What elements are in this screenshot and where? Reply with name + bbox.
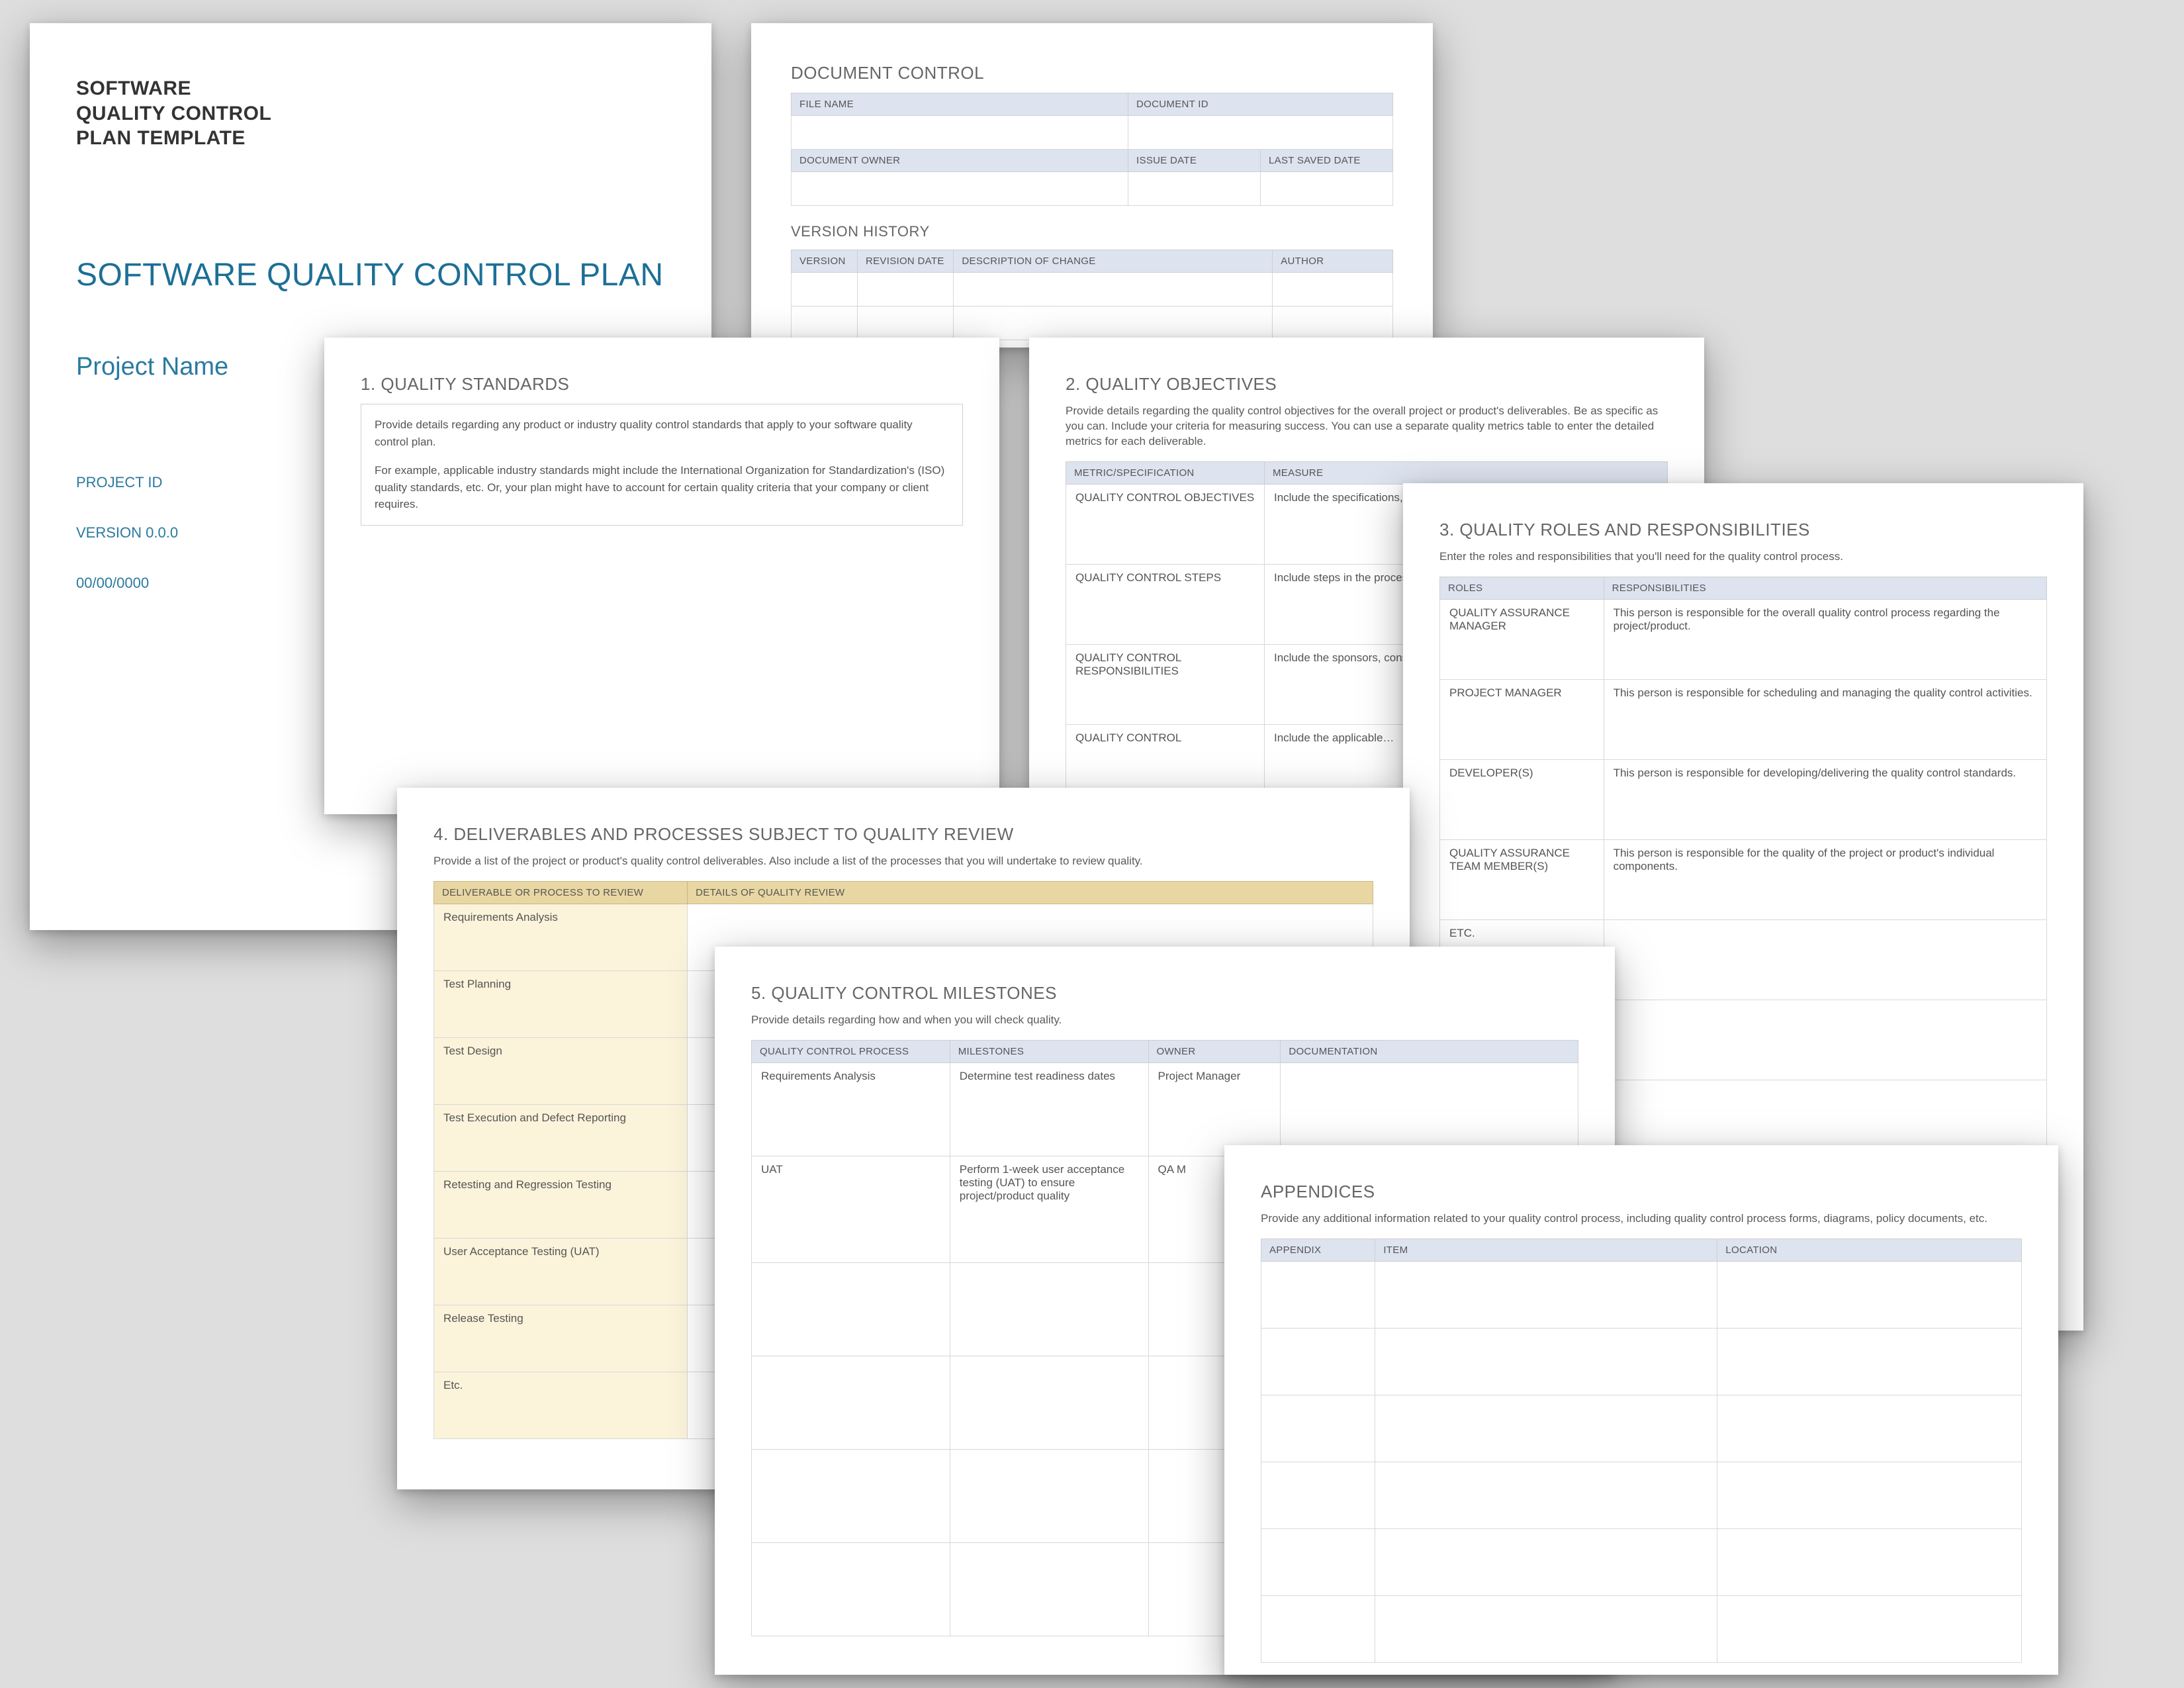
th-item: ITEM: [1375, 1239, 1717, 1261]
section-desc: Provide any additional information relat…: [1261, 1211, 2022, 1227]
th-file-name: FILE NAME: [792, 93, 1128, 116]
th-author: AUTHOR: [1273, 250, 1393, 273]
section-desc: Provide details regarding how and when y…: [751, 1013, 1578, 1028]
version-history-table: VERSION REVISION DATE DESCRIPTION OF CHA…: [791, 250, 1393, 340]
para: For example, applicable industry standar…: [375, 462, 949, 513]
brand-line: QUALITY CONTROL: [76, 101, 665, 126]
th-appendix: APPENDIX: [1261, 1239, 1375, 1261]
appendices-table: APPENDIX ITEM LOCATION: [1261, 1239, 2022, 1663]
table-row: [1261, 1261, 2022, 1328]
th-last-saved: LAST SAVED DATE: [1261, 150, 1393, 172]
table-row: PROJECT MANAGERThis person is responsibl…: [1440, 679, 2047, 759]
th-location: LOCATION: [1717, 1239, 2022, 1261]
section-heading: 1. QUALITY STANDARDS: [361, 374, 963, 395]
table-row: [1261, 1462, 2022, 1528]
th-roles: ROLES: [1440, 577, 1604, 599]
th-measure: MEASURE: [1264, 461, 1667, 484]
th-rev-date: REVISION DATE: [857, 250, 953, 273]
doc-control-table: FILE NAME DOCUMENT ID DOCUMENT OWNER ISS…: [791, 93, 1393, 206]
th-version: VERSION: [792, 250, 858, 273]
section-heading: APPENDICES: [1261, 1182, 2022, 1202]
th-responsibilities: RESPONSIBILITIES: [1604, 577, 2046, 599]
quality-standards-page: 1. QUALITY STANDARDS Provide details reg…: [324, 338, 999, 814]
th-change-desc: DESCRIPTION OF CHANGE: [954, 250, 1273, 273]
table-row: [1261, 1595, 2022, 1662]
th-doc-owner: DOCUMENT OWNER: [792, 150, 1128, 172]
section-desc: Provide a list of the project or product…: [433, 854, 1373, 869]
doc-title: SOFTWARE QUALITY CONTROL PLAN: [76, 257, 665, 293]
table-row: [1261, 1528, 2022, 1595]
th-milestones: MILESTONES: [950, 1040, 1148, 1062]
brand-line: PLAN TEMPLATE: [76, 126, 665, 151]
section-desc: Enter the roles and responsibilities tha…: [1439, 549, 2047, 565]
th-doc-id: DOCUMENT ID: [1128, 93, 1393, 116]
table-row: [1261, 1328, 2022, 1395]
th-metric: METRIC/SPECIFICATION: [1066, 461, 1265, 484]
section-heading: 2. QUALITY OBJECTIVES: [1066, 374, 1668, 395]
th-deliverable: DELIVERABLE OR PROCESS TO REVIEW: [434, 881, 688, 904]
table-row: QUALITY ASSURANCE MANAGERThis person is …: [1440, 599, 2047, 679]
section-heading: 4. DELIVERABLES AND PROCESSES SUBJECT TO…: [433, 824, 1373, 845]
document-control-page: DOCUMENT CONTROL FILE NAME DOCUMENT ID D…: [751, 23, 1433, 348]
section-heading: 5. QUALITY CONTROL MILESTONES: [751, 983, 1578, 1004]
section-heading: DOCUMENT CONTROL: [791, 63, 1393, 83]
section-desc: Provide details regarding the quality co…: [1066, 404, 1668, 449]
th-documentation: DOCUMENTATION: [1281, 1040, 1578, 1062]
th-details: DETAILS OF QUALITY REVIEW: [688, 881, 1373, 904]
th-issue-date: ISSUE DATE: [1128, 150, 1261, 172]
table-row: Requirements Analysis Determine test rea…: [752, 1062, 1578, 1156]
th-process: QUALITY CONTROL PROCESS: [752, 1040, 950, 1062]
version-history-heading: VERSION HISTORY: [791, 223, 1393, 240]
appendices-page: APPENDICES Provide any additional inform…: [1224, 1145, 2058, 1675]
th-owner: OWNER: [1148, 1040, 1281, 1062]
table-row: [1261, 1395, 2022, 1462]
para: Provide details regarding any product or…: [375, 416, 949, 450]
brand-line: SOFTWARE: [76, 76, 665, 101]
standards-text-box: Provide details regarding any product or…: [361, 404, 963, 526]
table-row: DEVELOPER(S)This person is responsible f…: [1440, 759, 2047, 839]
table-row: QUALITY ASSURANCE TEAM MEMBER(S)This per…: [1440, 839, 2047, 919]
section-heading: 3. QUALITY ROLES AND RESPONSIBILITIES: [1439, 520, 2047, 540]
